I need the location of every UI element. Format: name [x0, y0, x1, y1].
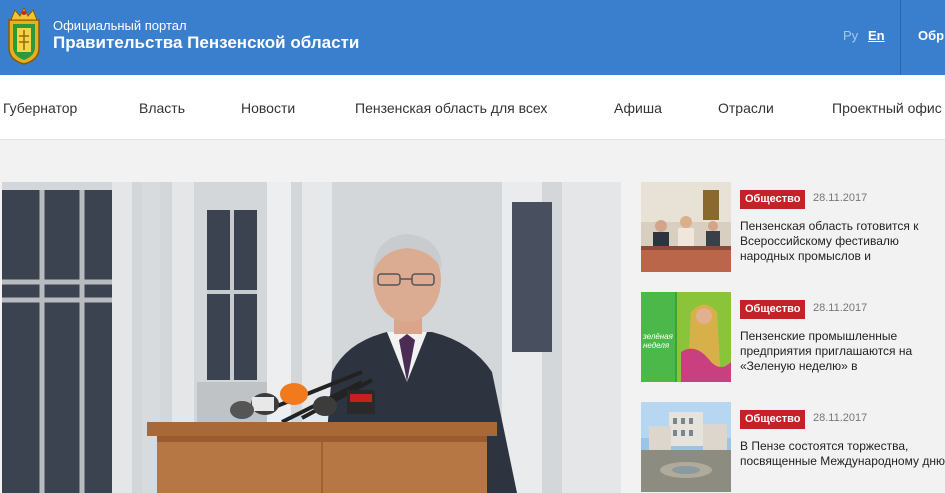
- category-badge[interactable]: Общество: [740, 300, 806, 319]
- nav-item-events[interactable]: Афиша: [614, 100, 662, 116]
- lang-en-link[interactable]: En: [868, 28, 885, 43]
- news-item[interactable]: Общество 28.11.2017 Пензенская область г…: [641, 182, 945, 272]
- nav-item-governor[interactable]: Губернатор: [3, 100, 77, 116]
- thumbnail-caption-line1: зелёная: [643, 332, 673, 341]
- nav-item-project-office[interactable]: Проектный офис: [832, 100, 942, 116]
- coat-of-arms-icon[interactable]: [3, 6, 45, 66]
- news-headline[interactable]: Пензенские промышленные предприятия приг…: [740, 329, 945, 374]
- category-badge[interactable]: Общество: [740, 410, 806, 429]
- category-badge[interactable]: Общество: [740, 190, 806, 209]
- news-thumbnail[interactable]: зелёная неделя: [641, 292, 731, 382]
- site-header: Официальный портал Правительства Пензенс…: [0, 0, 945, 75]
- news-date: 28.11.2017: [813, 192, 868, 204]
- nav-item-news[interactable]: Новости: [241, 100, 295, 116]
- portal-subtitle: Официальный портал: [53, 18, 187, 33]
- main-nav: Губернатор Власть Новости Пензенская обл…: [0, 75, 945, 140]
- news-headline[interactable]: Пензенская область готовится к Всероссий…: [740, 219, 945, 264]
- lang-ru-link[interactable]: Ру: [843, 28, 858, 43]
- thumbnail-caption-line2: неделя: [643, 341, 670, 350]
- news-thumbnail[interactable]: [641, 402, 731, 492]
- news-thumbnail[interactable]: [641, 182, 731, 272]
- header-feedback-link[interactable]: Обр: [918, 28, 944, 43]
- news-date: 28.11.2017: [813, 302, 868, 314]
- news-item[interactable]: Общество 28.11.2017 В Пензе состоятся то…: [641, 402, 945, 492]
- news-date: 28.11.2017: [813, 412, 868, 424]
- nav-item-region-for-all[interactable]: Пензенская область для всех: [355, 100, 547, 116]
- news-headline[interactable]: В Пензе состоятся торжества, посвященные…: [740, 439, 945, 484]
- header-divider: [900, 0, 901, 75]
- nav-item-industries[interactable]: Отрасли: [718, 100, 774, 116]
- main-news-photo[interactable]: [2, 182, 621, 493]
- nav-item-power[interactable]: Власть: [139, 100, 185, 116]
- thumbnail-caption: зелёная неделя: [643, 332, 673, 350]
- news-item[interactable]: зелёная неделя Общество 28.11.2017 Пензе…: [641, 292, 945, 382]
- portal-title[interactable]: Правительства Пензенской области: [53, 33, 359, 53]
